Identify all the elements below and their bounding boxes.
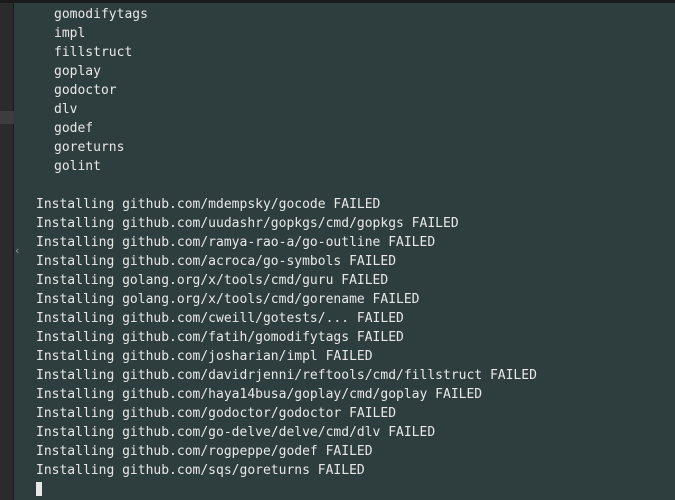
tool-list-item: impl (14, 24, 675, 43)
tool-list-item: gomodifytags (14, 5, 675, 24)
install-status-line: Installing github.com/davidrjenni/reftoo… (14, 366, 675, 385)
blank-line (14, 176, 675, 195)
install-status-line: Installing github.com/go-delve/delve/cmd… (14, 423, 675, 442)
tool-list-item: goplay (14, 62, 675, 81)
install-status-line: Installing github.com/rogpeppe/godef FAI… (14, 442, 675, 461)
sidebar-marker (0, 111, 14, 124)
terminal-output[interactable]: gomodifytags impl fillstruct goplay godo… (14, 3, 675, 500)
tool-list-item: fillstruct (14, 43, 675, 62)
install-status-line: Installing github.com/josharian/impl FAI… (14, 347, 675, 366)
install-status-line: Installing golang.org/x/tools/cmd/guru F… (14, 271, 675, 290)
install-status-line: Installing github.com/mdempsky/gocode FA… (14, 195, 675, 214)
install-status-line: Installing github.com/fatih/gomodifytags… (14, 328, 675, 347)
install-status-line: Installing golang.org/x/tools/cmd/gorena… (14, 290, 675, 309)
tool-list-item: godoctor (14, 81, 675, 100)
install-status-line: Installing github.com/acroca/go-symbols … (14, 252, 675, 271)
install-status-line: Installing github.com/cweill/gotests/...… (14, 309, 675, 328)
cursor-line (14, 480, 675, 499)
tool-list-item: golint (14, 157, 675, 176)
install-status-line: Installing github.com/ramya-rao-a/go-out… (14, 233, 675, 252)
install-status-line: Installing github.com/uudashr/gopkgs/cmd… (14, 214, 675, 233)
install-status-line: Installing github.com/haya14busa/goplay/… (14, 385, 675, 404)
install-status-line: Installing github.com/sqs/goreturns FAIL… (14, 461, 675, 480)
tool-list-item: godef (14, 119, 675, 138)
install-status-line: Installing github.com/godoctor/godoctor … (14, 404, 675, 423)
cursor-icon (36, 482, 42, 496)
tool-list-item: goreturns (14, 138, 675, 157)
chevron-left-icon[interactable]: ‹ (14, 244, 21, 257)
sidebar-gutter (0, 3, 14, 500)
tool-list-item: dlv (14, 100, 675, 119)
